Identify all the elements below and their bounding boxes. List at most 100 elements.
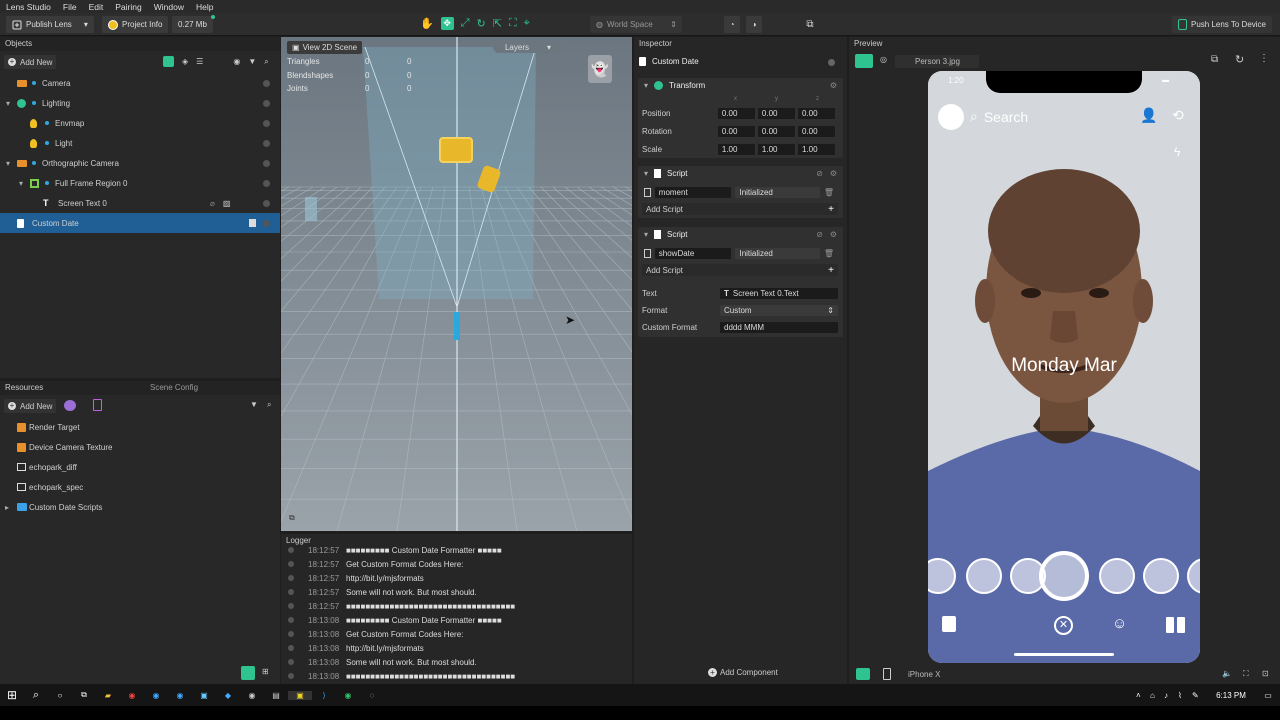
chevron-down-icon[interactable]: ▾ xyxy=(84,20,88,29)
collapse-arrow-icon[interactable]: ▾ xyxy=(644,169,648,178)
menu-app[interactable]: Lens Studio xyxy=(6,2,51,12)
script1-asset-field[interactable]: moment xyxy=(654,186,732,198)
tree-arrow-icon[interactable]: ▸ xyxy=(5,503,9,512)
scene-config-tab[interactable]: Scene Config xyxy=(145,381,198,395)
snapchat-ghost-icon[interactable]: 👻 xyxy=(588,55,612,83)
view-2d-scene-button[interactable]: ▣ View 2D Scene xyxy=(287,41,363,54)
search-icon[interactable]: ⌕ xyxy=(264,57,268,67)
resource-row[interactable]: ▸ Custom Date Scripts xyxy=(0,497,280,517)
script1-event-select[interactable]: Initialized xyxy=(735,186,820,198)
tree-arrow-icon[interactable]: ▾ xyxy=(6,159,10,168)
gear-icon[interactable]: ⚙ xyxy=(830,81,837,90)
visibility-toggle[interactable] xyxy=(263,99,270,107)
face-view-button[interactable]: ◑ xyxy=(746,16,762,33)
enable-icon[interactable]: ⊘ xyxy=(816,169,823,178)
visibility-toggle[interactable] xyxy=(263,219,270,227)
tray-chevron-icon[interactable]: ˄ xyxy=(1136,691,1150,700)
pen-icon[interactable]: ✎ xyxy=(1192,691,1206,700)
object-row[interactable]: ▾ Orthographic Camera xyxy=(0,153,280,173)
object-row[interactable]: ▾ Lighting xyxy=(0,93,280,113)
object-row[interactable]: Camera xyxy=(0,73,280,93)
app-icon-1[interactable]: ◉ xyxy=(144,691,168,700)
app-icon-6[interactable]: ▤ xyxy=(264,691,288,700)
delete-icon[interactable]: 🗑 xyxy=(824,188,834,197)
lens-bubble[interactable] xyxy=(928,558,956,594)
lens-bubble[interactable] xyxy=(966,558,1002,594)
fit-icon[interactable]: ⊡ xyxy=(1262,669,1269,678)
layers-dropdown[interactable]: Layers ▾ xyxy=(493,41,563,53)
task-view-icon[interactable]: ⧉ xyxy=(72,690,96,700)
light-gizmo-icon[interactable] xyxy=(439,137,473,163)
transform-value-field[interactable]: 0.00 xyxy=(797,107,836,119)
format-select[interactable]: Custom ⇕ xyxy=(720,304,838,316)
bottom-layout-button[interactable] xyxy=(241,667,255,679)
log-line[interactable]: 18:13:08 http://bit.ly/mjsformats xyxy=(288,641,424,655)
memories-icon[interactable] xyxy=(942,616,956,632)
rotate-tool-icon[interactable]: ↻ xyxy=(477,17,486,30)
snap-search-bar[interactable]: ⌕ Search xyxy=(970,108,1028,125)
visibility-toggle[interactable] xyxy=(263,159,270,167)
search-icon[interactable]: ⌕ xyxy=(267,400,271,410)
visibility-toggle[interactable] xyxy=(263,199,270,207)
menu-help[interactable]: Help xyxy=(196,2,213,12)
objects-add-new-button[interactable]: + Add New xyxy=(4,55,57,69)
resource-row[interactable]: Render Target xyxy=(0,417,280,437)
app-icon-3[interactable]: ▣ xyxy=(192,691,216,700)
object-row[interactable]: ▾ Full Frame Region 0 xyxy=(0,173,280,193)
log-line[interactable]: 18:13:08 Some will not work. But most sho… xyxy=(288,655,477,669)
list-view-icon[interactable] xyxy=(163,56,174,67)
script2-add-script-button[interactable]: Add Script + xyxy=(642,264,838,276)
script1-add-script-button[interactable]: Add Script + xyxy=(642,203,838,215)
script2-asset-field[interactable]: showDate xyxy=(654,247,732,259)
link-icon[interactable]: ⌀ xyxy=(210,199,215,208)
resource-row[interactable]: echopark_diff xyxy=(0,457,280,477)
script2-event-select[interactable]: Initialized xyxy=(735,247,820,259)
object-row[interactable]: T Screen Text 0 ⌀ ▨ xyxy=(0,193,280,213)
resize-tool-icon[interactable]: ⇱ xyxy=(493,17,502,30)
collapse-arrow-icon[interactable]: ▾ xyxy=(644,230,648,239)
move-tool-icon[interactable]: ✥ xyxy=(440,17,454,30)
transform-value-field[interactable]: 1.00 xyxy=(717,143,755,155)
rect-tool-icon[interactable]: ⛶ xyxy=(509,17,517,30)
lens-bubble[interactable] xyxy=(1187,558,1200,594)
filter-icon[interactable]: ▼ xyxy=(248,57,256,66)
lens-bubble[interactable] xyxy=(1143,558,1179,594)
add-component-button[interactable]: + Add Component xyxy=(708,668,778,677)
log-line[interactable]: 18:12:57 Some will not work. But most sho… xyxy=(288,585,477,599)
resource-row[interactable]: echopark_spec xyxy=(0,477,280,497)
resources-tab[interactable]: Resources xyxy=(5,381,145,395)
layers-icon[interactable]: ◈ xyxy=(182,57,188,66)
webcam-icon[interactable]: ◎ xyxy=(880,55,887,64)
search-icon[interactable]: ⌕ xyxy=(24,689,48,702)
script-toggle-icon[interactable] xyxy=(249,219,256,227)
log-line[interactable]: 18:13:08 Get Custom Format Codes Here: xyxy=(288,627,463,641)
visibility-toggle[interactable] xyxy=(263,139,270,147)
windows-start-icon[interactable]: ⊞ xyxy=(0,688,24,702)
preview-mode-button[interactable] xyxy=(855,54,873,68)
custom-format-input[interactable]: dddd MMM xyxy=(720,321,838,333)
log-line[interactable]: 18:12:57 Get Custom Format Codes Here: xyxy=(288,557,463,571)
resource-row[interactable]: Device Camera Texture xyxy=(0,437,280,457)
stories-icon[interactable] xyxy=(1166,617,1186,633)
device-sync-icon[interactable]: ⧉ xyxy=(1211,54,1218,65)
transform-value-field[interactable]: 1.00 xyxy=(757,143,795,155)
lens-studio-taskbar-icon[interactable]: ▣ xyxy=(288,690,312,700)
app-icon-2[interactable]: ◉ xyxy=(168,691,192,700)
face-lens-icon[interactable]: ☺ xyxy=(1112,615,1127,632)
app-icon-5[interactable]: ◉ xyxy=(240,691,264,700)
scene-view[interactable]: ▣ View 2D Scene Layers ▾ Triangles 0 0 Blends… xyxy=(281,37,632,531)
cortana-icon[interactable]: ○ xyxy=(48,691,72,700)
portrait-mode-button[interactable] xyxy=(856,668,870,680)
hand-tool-icon[interactable]: ✋ xyxy=(420,17,434,30)
more-icon[interactable]: ⋮ xyxy=(1259,53,1269,64)
bitmoji-avatar[interactable] xyxy=(938,104,964,130)
add-friend-icon[interactable]: 👤 xyxy=(1140,107,1157,124)
filter-icon[interactable]: ▼ xyxy=(250,400,258,409)
layer-icon[interactable]: ▨ xyxy=(223,199,231,208)
menu-pairing[interactable]: Pairing xyxy=(115,2,141,12)
text-prop-field[interactable]: T Screen Text 0.Text xyxy=(720,287,838,299)
app-icon-4[interactable]: ◆ xyxy=(216,691,240,700)
phone-frame-icon[interactable] xyxy=(883,668,891,680)
log-line[interactable]: 18:12:57 ■■■■■■■■■ Custom Date Formatter … xyxy=(288,543,502,557)
log-line[interactable]: 18:12:57 http://bit.ly/mjsformats xyxy=(288,571,424,585)
